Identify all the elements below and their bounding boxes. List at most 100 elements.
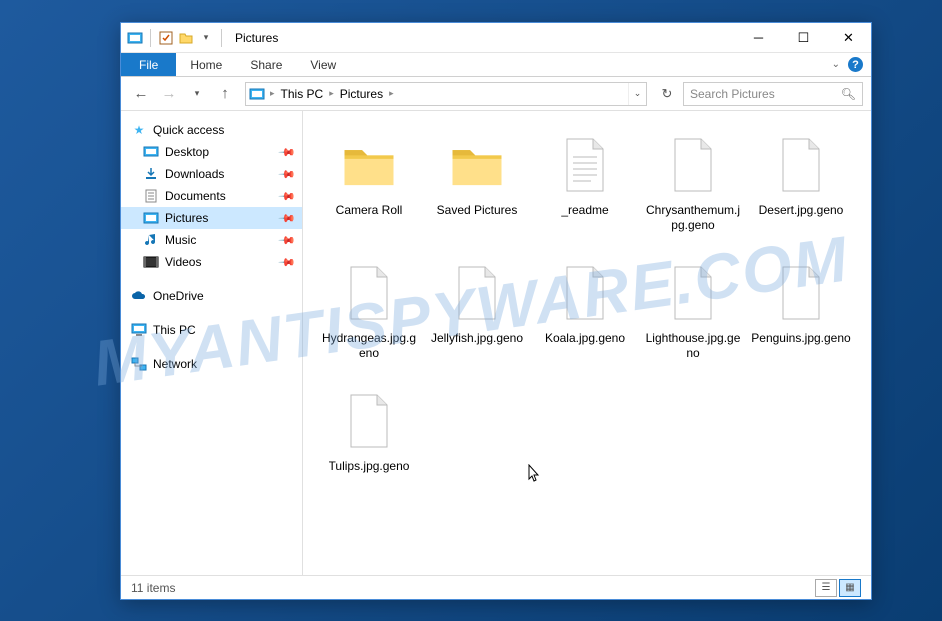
sidebar-quick-access[interactable]: ★ Quick access (121, 119, 302, 141)
item-label: Camera Roll (336, 203, 403, 218)
folder-item[interactable]: Camera Roll (315, 127, 423, 255)
navigation-pane: ★ Quick access Desktop📌Downloads📌Documen… (121, 111, 303, 575)
pictures-icon (143, 210, 159, 226)
sidebar-item-label: Downloads (165, 167, 224, 181)
properties-icon[interactable] (158, 30, 174, 46)
item-label: Jellyfish.jpg.geno (431, 331, 523, 346)
search-icon: 🔍︎ (841, 87, 856, 101)
file-item[interactable]: Penguins.jpg.geno (747, 255, 855, 383)
sidebar-network[interactable]: Network (121, 353, 302, 375)
sidebar-item-videos[interactable]: Videos📌 (121, 251, 302, 273)
text-file-icon (553, 133, 617, 197)
downloads-icon (143, 166, 159, 182)
up-button[interactable]: ↑ (213, 82, 237, 106)
recent-dropdown-icon[interactable]: ▾ (185, 82, 209, 106)
file-item[interactable]: Desert.jpg.geno (747, 127, 855, 255)
sidebar-item-label: This PC (153, 323, 196, 337)
sidebar-item-documents[interactable]: Documents📌 (121, 185, 302, 207)
sidebar-item-label: Music (165, 233, 196, 247)
blank-file-icon (769, 133, 833, 197)
minimize-button[interactable]: ─ (736, 23, 781, 53)
qat-dropdown-icon[interactable]: ▾ (198, 30, 214, 46)
sidebar-this-pc[interactable]: This PC (121, 319, 302, 341)
status-bar: 11 items ☰ ▦ (121, 575, 871, 599)
videos-icon (143, 254, 159, 270)
item-count: 11 items (131, 581, 175, 595)
item-label: Tulips.jpg.geno (329, 459, 410, 474)
explorer-window: ▾ Pictures ─ ☐ ✕ File Home Share View ⌄ … (120, 22, 872, 600)
tab-file[interactable]: File (121, 53, 176, 76)
file-view[interactable]: Camera Roll Saved Pictures _readmeChrysant… (303, 111, 871, 575)
tab-home[interactable]: Home (176, 53, 236, 76)
sidebar-item-label: Network (153, 357, 197, 371)
blank-file-icon (337, 389, 401, 453)
search-input[interactable]: Search Pictures 🔍︎ (683, 82, 863, 106)
blank-file-icon (769, 261, 833, 325)
large-icons-view-button[interactable]: ▦ (839, 579, 861, 597)
pin-icon: 📌 (278, 143, 297, 162)
details-view-button[interactable]: ☰ (815, 579, 837, 597)
back-button[interactable]: ← (129, 82, 153, 106)
help-icon[interactable]: ? (848, 57, 863, 72)
file-item[interactable]: Hydrangeas.jpg.geno (315, 255, 423, 383)
item-label: Lighthouse.jpg.geno (643, 331, 743, 361)
sidebar-item-desktop[interactable]: Desktop 📌 (121, 141, 302, 163)
body: ★ Quick access Desktop📌Downloads📌Documen… (121, 111, 871, 575)
pin-icon: 📌 (278, 253, 297, 272)
breadcrumb: This PC ▸ Pictures ▸ (277, 87, 396, 101)
file-item[interactable]: Lighthouse.jpg.geno (639, 255, 747, 383)
sidebar-item-label: Quick access (153, 123, 224, 137)
pin-icon: 📌 (278, 231, 297, 250)
blank-file-icon (337, 261, 401, 325)
separator (221, 29, 222, 47)
sidebar-item-downloads[interactable]: Downloads📌 (121, 163, 302, 185)
item-label: Saved Pictures (437, 203, 518, 218)
folder-icon (445, 133, 509, 197)
sidebar-item-label: Desktop (165, 145, 209, 159)
breadcrumb-item[interactable]: This PC (277, 87, 328, 101)
file-item[interactable]: Koala.jpg.geno (531, 255, 639, 383)
folder-qat-icon[interactable] (178, 30, 194, 46)
window-controls: ─ ☐ ✕ (736, 23, 871, 53)
tab-view[interactable]: View (296, 53, 350, 76)
pin-icon: 📌 (278, 209, 297, 228)
sidebar-item-pictures[interactable]: Pictures📌 (121, 207, 302, 229)
breadcrumb-item[interactable]: Pictures (336, 87, 387, 101)
file-item[interactable]: Tulips.jpg.geno (315, 383, 423, 511)
ribbon-tabs: File Home Share View ⌄ ? (121, 53, 871, 77)
item-label: Koala.jpg.geno (545, 331, 625, 346)
forward-button[interactable]: → (157, 82, 181, 106)
item-label: Chrysanthemum.jpg.geno (643, 203, 743, 233)
file-item[interactable]: Jellyfish.jpg.geno (423, 255, 531, 383)
address-bar[interactable]: ▸ This PC ▸ Pictures ▸ ⌄ (245, 82, 647, 106)
quick-access-toolbar: ▾ Pictures (121, 29, 284, 47)
chevron-right-icon[interactable]: ▸ (387, 88, 396, 99)
sidebar-item-label: Documents (165, 189, 226, 203)
title-bar: ▾ Pictures ─ ☐ ✕ (121, 23, 871, 53)
maximize-button[interactable]: ☐ (781, 23, 826, 53)
address-dropdown-icon[interactable]: ⌄ (628, 83, 646, 105)
desktop-icon (143, 144, 159, 160)
sidebar-onedrive[interactable]: OneDrive (121, 285, 302, 307)
close-button[interactable]: ✕ (826, 23, 871, 53)
chevron-right-icon[interactable]: ▸ (268, 88, 277, 99)
file-item[interactable]: Chrysanthemum.jpg.geno (639, 127, 747, 255)
navigation-bar: ← → ▾ ↑ ▸ This PC ▸ Pictures ▸ ⌄ ↻ Searc… (121, 77, 871, 111)
blank-file-icon (553, 261, 617, 325)
file-grid: Camera Roll Saved Pictures _readmeChrysant… (315, 127, 859, 511)
separator (150, 29, 151, 47)
window-title: Pictures (235, 31, 278, 45)
sidebar-item-music[interactable]: Music 📌 (121, 229, 302, 251)
location-icon (246, 86, 268, 102)
documents-icon (143, 188, 159, 204)
refresh-button[interactable]: ↻ (655, 86, 679, 102)
item-label: Penguins.jpg.geno (751, 331, 850, 346)
folder-item[interactable]: Saved Pictures (423, 127, 531, 255)
tab-share[interactable]: Share (236, 53, 296, 76)
sidebar-item-label: OneDrive (153, 289, 204, 303)
file-item[interactable]: _readme (531, 127, 639, 255)
star-icon: ★ (131, 122, 147, 138)
folder-icon (337, 133, 401, 197)
ribbon-expand-icon[interactable]: ⌄ (832, 59, 840, 70)
chevron-right-icon[interactable]: ▸ (327, 88, 336, 99)
